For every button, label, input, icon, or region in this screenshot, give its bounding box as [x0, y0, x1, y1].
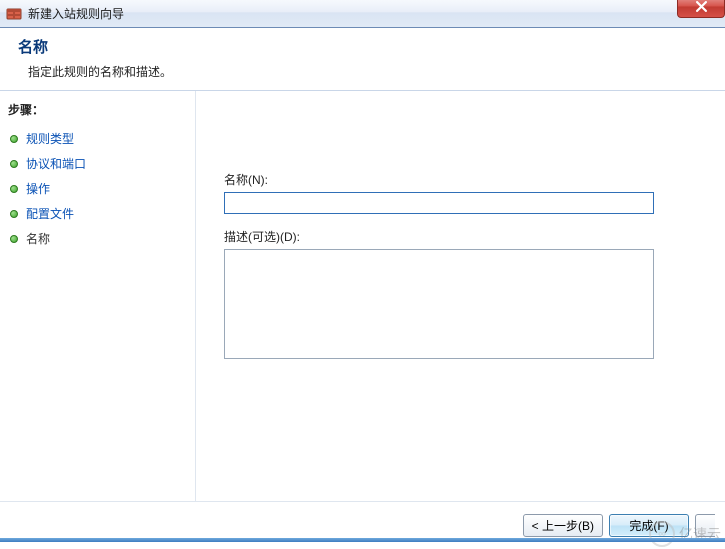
steps-sidebar: 步骤： 规则类型 协议和端口 操作 配置文件 名称: [0, 91, 196, 501]
wizard-body: 步骤： 规则类型 协议和端口 操作 配置文件 名称 名称(N): 描述(可选)(…: [0, 91, 725, 501]
cancel-button[interactable]: [695, 514, 715, 537]
close-icon: [696, 1, 707, 12]
step-label: 名称: [26, 230, 50, 247]
step-name[interactable]: 名称: [8, 226, 187, 251]
step-label: 配置文件: [26, 205, 74, 222]
step-bullet-icon: [10, 160, 18, 168]
window-bottom-edge: [0, 538, 725, 542]
description-field-label: 描述(可选)(D):: [224, 228, 697, 245]
step-rule-type[interactable]: 规则类型: [8, 126, 187, 151]
wizard-content: 名称(N): 描述(可选)(D):: [196, 91, 725, 501]
step-label: 规则类型: [26, 130, 74, 147]
name-input[interactable]: [224, 192, 654, 214]
step-label: 协议和端口: [26, 155, 86, 172]
step-bullet-icon: [10, 235, 18, 243]
step-action[interactable]: 操作: [8, 176, 187, 201]
window-titlebar: 新建入站规则向导: [0, 0, 725, 28]
name-field-label: 名称(N):: [224, 171, 697, 188]
step-bullet-icon: [10, 185, 18, 193]
page-subtitle: 指定此规则的名称和描述。: [18, 63, 707, 80]
step-bullet-icon: [10, 210, 18, 218]
page-title: 名称: [18, 36, 707, 57]
step-protocol-port[interactable]: 协议和端口: [8, 151, 187, 176]
wizard-header: 名称 指定此规则的名称和描述。: [0, 28, 725, 91]
window-title: 新建入站规则向导: [28, 5, 124, 22]
step-label: 操作: [26, 180, 50, 197]
finish-button[interactable]: 完成(F): [609, 514, 689, 537]
steps-header: 步骤：: [8, 101, 187, 118]
firewall-icon: [6, 6, 22, 22]
step-bullet-icon: [10, 135, 18, 143]
step-profile[interactable]: 配置文件: [8, 201, 187, 226]
close-button[interactable]: [677, 0, 725, 18]
description-input[interactable]: [224, 249, 654, 359]
back-button[interactable]: < 上一步(B): [523, 514, 603, 537]
